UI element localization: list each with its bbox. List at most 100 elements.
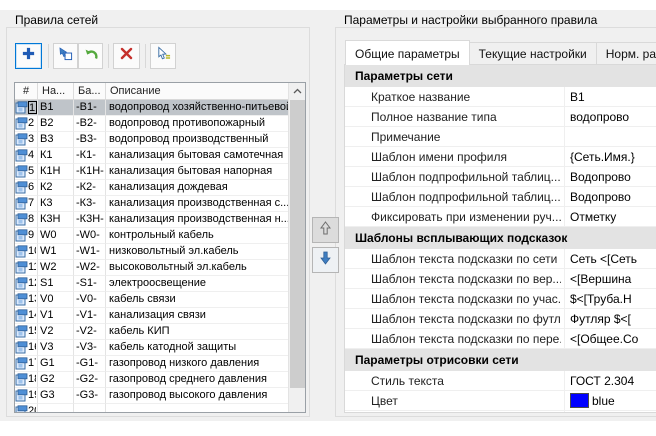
property-label: Шаблон текста подсказки по сети: [371, 252, 561, 266]
cell-base: -V3-: [74, 340, 106, 356]
plus-icon: [21, 46, 36, 66]
table-row[interactable]: 19 G3 -G3- газопровод высокого давления: [15, 388, 288, 404]
cell-description: высоковольтный эл.кабель: [106, 260, 288, 276]
tab-general-parameters[interactable]: Общие параметры: [345, 40, 470, 65]
table-row[interactable]: 3 В3 -В3- водопровод производственный: [15, 132, 288, 148]
color-swatch-blue[interactable]: [570, 393, 589, 408]
property-label: Шаблон текста подсказки по пере...: [371, 332, 561, 346]
property-value[interactable]: водопрово: [564, 107, 656, 126]
property-row[interactable]: Цвет blue: [345, 391, 656, 411]
property-value[interactable]: [564, 411, 656, 413]
table-row[interactable]: 11 W2 -W2- высоковольтный эл.кабель: [15, 260, 288, 276]
property-value[interactable]: {Сеть.Имя.}: [564, 147, 656, 166]
rule-icon: [15, 261, 28, 274]
column-header-base[interactable]: Ба...: [74, 83, 106, 99]
rules-dialog: Правила сетей: [0, 0, 656, 436]
move-up-button[interactable]: [312, 217, 339, 243]
scrollbar-up-button[interactable]: [289, 83, 305, 99]
rule-icon: [15, 213, 28, 226]
column-header-number[interactable]: #: [15, 83, 38, 99]
property-row[interactable]: [345, 411, 656, 413]
property-value[interactable]: ГОСТ 2.304: [564, 371, 656, 390]
cell-name: В2: [38, 116, 74, 132]
property-value[interactable]: Футляр $<[: [564, 309, 656, 328]
add-rule-button[interactable]: [15, 43, 42, 69]
property-row[interactable]: Краткое название В1: [345, 87, 656, 107]
cell-base: -К2-: [74, 180, 106, 196]
cell-name: W1: [38, 244, 74, 260]
table-row[interactable]: 6 К2 -К2- канализация дождевая: [15, 180, 288, 196]
tab-current-settings[interactable]: Текущие настройки: [470, 42, 597, 65]
table-row[interactable]: 1 В1 -В1- водопровод хозяйственно-питьев…: [15, 100, 288, 116]
table-row[interactable]: 9 W0 -W0- контрольный кабель: [15, 228, 288, 244]
rule-icon: [15, 149, 28, 162]
cell-name: S1: [38, 276, 74, 292]
property-grid: Параметры сети Краткое название В1 Полно…: [345, 65, 656, 413]
assign-rule-button[interactable]: [150, 43, 176, 69]
table-row[interactable]: 12 S1 -S1- электроосвещение: [15, 276, 288, 292]
table-row[interactable]: 16 V3 -V3- кабель катодной защиты: [15, 340, 288, 356]
rule-icon: [15, 405, 28, 412]
property-row[interactable]: Шаблон подпрофильной таблиц... Водопрово: [345, 187, 656, 207]
table-row[interactable]: 17 G1 -G1- газопровод низкого давления: [15, 356, 288, 372]
property-row[interactable]: Фиксировать при изменении руч... Отметку: [345, 207, 656, 227]
cell-name: К2: [38, 180, 74, 196]
property-value[interactable]: [564, 127, 656, 146]
undo-button[interactable]: [78, 43, 103, 69]
table-row[interactable]: 2 В2 -В2- водопровод противопожарный: [15, 116, 288, 132]
property-value[interactable]: Водопрово: [564, 167, 656, 186]
property-value[interactable]: Водопрово: [564, 187, 656, 206]
rule-icon: [15, 197, 28, 210]
cell-base: -К3Н-: [74, 212, 106, 228]
rule-icon: [15, 341, 28, 354]
rules-table[interactable]: # На... Ба... Описание 1 В1 -В1- водопро…: [14, 82, 306, 413]
copy-rule-button[interactable]: [53, 43, 78, 69]
table-row[interactable]: 13 V0 -V0- кабель связи: [15, 292, 288, 308]
table-row[interactable]: 15 V2 -V2- кабель КИП: [15, 324, 288, 340]
delete-rule-button[interactable]: [113, 43, 140, 69]
property-value[interactable]: Сеть <[Сеть: [564, 249, 656, 268]
property-row[interactable]: Шаблон имени профиля {Сеть.Имя.}: [345, 147, 656, 167]
property-row[interactable]: Шаблон текста подсказки по учас... $<[Тр…: [345, 289, 656, 309]
property-label: Шаблон подпрофильной таблиц...: [371, 190, 561, 204]
property-row[interactable]: Полное название типа водопрово: [345, 107, 656, 127]
table-row[interactable]: 20: [15, 404, 288, 412]
table-row[interactable]: 4 К1 -К1- канализация бытовая самотечная: [15, 148, 288, 164]
property-row[interactable]: Примечание: [345, 127, 656, 147]
property-value[interactable]: $<[Труба.Н: [564, 289, 656, 308]
column-header-name[interactable]: На...: [38, 83, 74, 99]
row-number: 4: [28, 149, 36, 162]
table-row[interactable]: 5 К1Н -К1Н- канализация бытовая напорная: [15, 164, 288, 180]
property-value[interactable]: В1: [564, 87, 656, 106]
property-label: Шаблон имени профиля: [371, 150, 561, 164]
table-row[interactable]: 18 G2 -G2- газопровод среднего давления: [15, 372, 288, 388]
scrollbar-thumb[interactable]: [290, 100, 305, 388]
property-label: Шаблон текста подсказки по вер...: [371, 272, 561, 286]
property-value[interactable]: <[Общее.Со: [564, 329, 656, 348]
table-scrollbar[interactable]: [288, 83, 305, 412]
property-row[interactable]: Стиль текста ГОСТ 2.304: [345, 371, 656, 391]
property-row[interactable]: Шаблон текста подсказки по вер... <[Верш…: [345, 269, 656, 289]
general-parameters-page: Параметры сети Краткое название В1 Полно…: [344, 64, 656, 413]
section-header: Параметры сети: [345, 65, 656, 87]
table-row[interactable]: 10 W1 -W1- низковольтный эл.кабель: [15, 244, 288, 260]
move-down-button[interactable]: [312, 247, 339, 273]
row-number: 11: [28, 261, 36, 274]
rule-icon: [15, 117, 28, 130]
property-value[interactable]: <[Вершина: [564, 269, 656, 288]
property-row[interactable]: Шаблон текста подсказки по сети Сеть <[С…: [345, 249, 656, 269]
table-row[interactable]: 14 V1 -V1- канализация связи: [15, 308, 288, 324]
table-row[interactable]: 7 К3 -К3- канализация производственная с…: [15, 196, 288, 212]
property-row[interactable]: Шаблон текста подсказки по футл... Футля…: [345, 309, 656, 329]
rule-icon: [15, 229, 28, 242]
property-row[interactable]: Шаблон подпрофильной таблиц... Водопрово: [345, 167, 656, 187]
cell-name: V0: [38, 292, 74, 308]
cell-description: канализация производственная с...: [106, 196, 288, 212]
column-header-description[interactable]: Описание: [106, 83, 288, 99]
cell-name: К3Н: [38, 212, 74, 228]
property-row[interactable]: Шаблон текста подсказки по пере... <[Общ…: [345, 329, 656, 349]
property-value[interactable]: Отметку: [564, 207, 656, 226]
table-row[interactable]: 8 К3Н -К3Н- канализация производственная…: [15, 212, 288, 228]
property-value[interactable]: blue: [564, 391, 656, 410]
tab-normative-distances[interactable]: Норм. расстояния: [597, 42, 656, 65]
